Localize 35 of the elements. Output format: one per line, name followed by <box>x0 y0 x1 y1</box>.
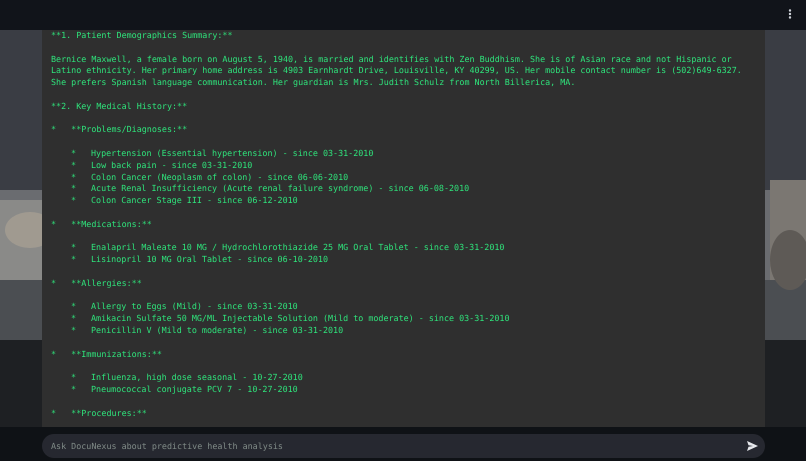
list-heading: * **Problems/Diagnoses:** <box>51 124 188 136</box>
list-marker: * <box>71 195 78 207</box>
list-heading: * **Medications:** <box>51 218 153 231</box>
list-item-text: Influenza, high dose seasonal - 10-27-2010 <box>91 372 303 384</box>
section-heading: **2. Key Medical History:** <box>51 100 188 113</box>
list-item-text: Colon Cancer (Neoplasm of colon) - since 06-06-2010 <box>91 172 348 184</box>
menu-icon[interactable] <box>788 9 792 19</box>
list-marker: * <box>71 384 78 396</box>
list-marker: * <box>71 372 78 384</box>
list-item-text: Enalapril Maleate 10 MG / Hydrochlorothiazide 25 MG Oral Tablet - since 03-31-2010 <box>91 242 504 254</box>
list-item-text: Amikacin Sulfate 50 MG/ML Injectable Solution (Mild to moderate) - since 03-31-2010 <box>91 313 510 325</box>
list-marker: * <box>71 160 78 172</box>
list-item-text: Low back pain - since 03-31-2010 <box>91 160 252 172</box>
list-item-text: Pneumococcal conjugate PCV 7 - 10-27-2010 <box>91 384 298 396</box>
list-marker: * <box>71 172 78 184</box>
summary-paragraph: Bernice Maxwell, a female born on August 5, 1940, is married and identifies with Zen Buddhism. She is of Asian race and not Hispanic or Latino ethnicity. Her primary home address is 4903 Earnhardt Drive, Louisville, KY 40299, US. Her mobile contact number is (502)649-6327. She prefers Spanish language communication. Her guardian is Mrs. Judith Schulz from North Billerica, MA. <box>51 54 743 89</box>
list-item-text: Hypertension (Essential hypertension) - since 03-31-2010 <box>91 148 374 160</box>
list-item-text: Allergy to Eggs (Mild) - since 03-31-2010 <box>91 301 298 314</box>
list-item-text: Lisinopril 10 MG Oral Tablet - since 06-10-2010 <box>91 254 328 266</box>
list-marker: * <box>71 301 78 314</box>
list-heading: * **Allergies:** <box>51 278 143 290</box>
chat-input[interactable]: Ask DocuNexus about predictive health analysis <box>42 434 765 458</box>
list-marker: * <box>71 148 78 160</box>
list-item-text: Penicillin V (Mild to moderate) - since 03-31-2010 <box>91 324 344 337</box>
list-marker: * <box>71 242 78 254</box>
list-heading: * **Immunizations:** <box>51 348 163 360</box>
list-item-text: Colon Cancer Stage III - since 06-12-2010 <box>91 195 298 207</box>
list-item-text: Acute Renal Insufficiency (Acute renal failure syndrome) - since 06-08-2010 <box>91 183 470 196</box>
list-heading: * **Procedures:** <box>51 408 148 420</box>
list-marker: * <box>71 324 78 337</box>
list-marker: * <box>71 183 78 196</box>
list-marker: * <box>71 313 78 325</box>
list-marker: * <box>71 254 78 266</box>
send-icon[interactable] <box>747 441 758 451</box>
section-heading: **1. Patient Demographics Summary:** <box>51 30 234 42</box>
